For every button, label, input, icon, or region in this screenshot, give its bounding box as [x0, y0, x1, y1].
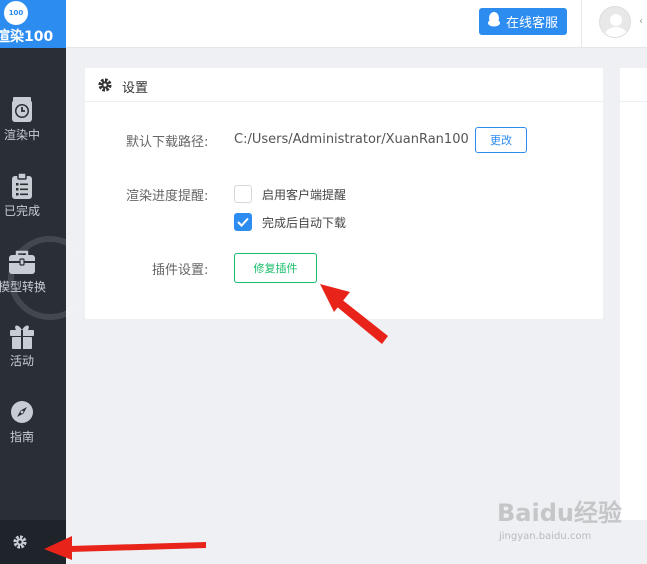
sidebar-item-completed[interactable]: 已完成 — [0, 172, 66, 232]
download-path-label: 默认下载路径: — [126, 135, 209, 150]
timer-icon — [8, 96, 36, 124]
settings-card-header: 设置 — [85, 68, 603, 102]
watermark-brand: Baidu经验 — [497, 499, 622, 527]
sidebar-item-label: 指南 — [9, 430, 34, 444]
settings-title: 设置 — [122, 81, 149, 96]
watermark-url: jingyan.baidu.com — [499, 531, 592, 542]
sidebar-item-activity[interactable]: 活动 — [0, 322, 66, 382]
plugin-settings-label: 插件设置: — [152, 263, 209, 278]
right-panel — [620, 68, 647, 520]
check-icon — [237, 217, 249, 227]
user-avatar[interactable] — [599, 6, 631, 38]
download-path-value: C:/Users/Administrator/XuanRan100 — [234, 132, 469, 147]
gift-icon — [8, 322, 36, 350]
sidebar-item-label: 已完成 — [3, 204, 40, 218]
settings-card: 设置 默认下载路径: C:/Users/Administrator/XuanRa… — [85, 68, 603, 319]
compass-icon — [8, 398, 36, 426]
online-service-label: 在线客服 — [506, 16, 559, 31]
sidebar-item-label: 模型转换 — [0, 280, 46, 294]
right-panel-header — [620, 68, 647, 102]
gear-icon — [97, 77, 113, 97]
sidebar: 100 渲染100 渲染中 已完成 模型转换 活动 指南 — [0, 0, 92, 564]
sidebar-item-rendering[interactable]: 渲染中 — [0, 96, 66, 156]
sidebar-item-label: 活动 — [9, 354, 34, 368]
client-reminder-checkbox[interactable] — [234, 185, 252, 203]
auto-download-option[interactable]: 完成后自动下载 — [234, 213, 346, 231]
top-bar: 在线客服 ‹ — [66, 0, 647, 48]
arrow-to-settings-gear — [44, 536, 206, 560]
client-reminder-label: 启用客户端提醒 — [262, 187, 347, 202]
topbar-divider — [581, 0, 582, 48]
repair-plugin-button[interactable]: 修复插件 — [234, 253, 317, 283]
sidebar-item-guide[interactable]: 指南 — [0, 398, 66, 458]
sidebar-settings-button[interactable] — [0, 520, 66, 564]
change-path-button[interactable]: 更改 — [475, 127, 527, 153]
baidu-watermark: Baidu经验 jingyan.baidu.com — [497, 493, 647, 553]
clipboard-icon — [8, 172, 36, 200]
user-name-truncated[interactable]: ‹ — [639, 16, 647, 27]
render-progress-label: 渲染进度提醒: — [126, 189, 209, 204]
online-service-button[interactable]: 在线客服 — [479, 8, 567, 35]
logo-badge: 100 — [4, 1, 28, 25]
qq-penguin-icon — [487, 12, 501, 31]
sidebar-item-model-convert[interactable]: 模型转换 — [0, 248, 66, 308]
toolbox-icon — [8, 248, 36, 276]
gear-icon — [12, 534, 28, 554]
logo-text: 渲染100 — [0, 29, 54, 45]
auto-download-checkbox[interactable] — [234, 213, 252, 231]
auto-download-label: 完成后自动下载 — [262, 215, 347, 230]
sidebar-item-label: 渲染中 — [3, 128, 40, 142]
client-reminder-option[interactable]: 启用客户端提醒 — [234, 185, 346, 203]
app-logo: 100 渲染100 — [0, 0, 66, 48]
